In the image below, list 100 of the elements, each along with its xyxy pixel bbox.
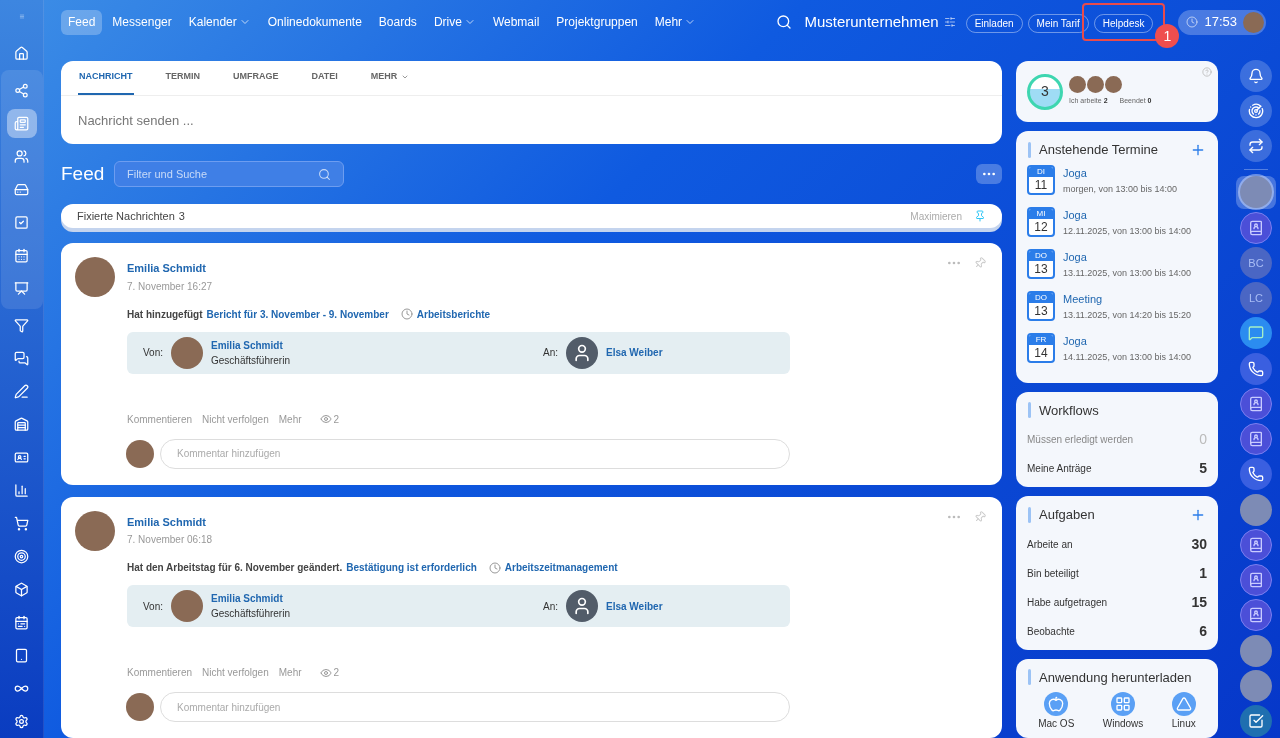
app-label[interactable]: Linux [1171,716,1196,731]
contact-book-icon[interactable] [1240,387,1272,420]
nav-tab[interactable]: Messenger [105,9,179,35]
message-field[interactable]: Nachricht senden ... [61,96,1002,144]
sender-avatar [171,590,204,622]
comment-field[interactable]: Kommentar hinzufügen [160,438,790,469]
workflow-count: 0 [1199,430,1207,449]
author-name[interactable]: Emilia Schmidt [127,260,988,277]
task-label[interactable]: Bin beteiligt [1027,565,1079,581]
radar-icon[interactable] [1240,94,1272,127]
contact-book-icon[interactable] [1240,211,1272,244]
post-action-link[interactable]: Kommentieren [127,665,193,680]
clock-badge[interactable]: 17:53 [1178,9,1266,35]
user-avatar [1243,11,1264,33]
workflow-label[interactable]: Müssen erledigt werden [1027,432,1134,447]
nav-tab[interactable]: Onlinedokumente [260,9,369,35]
avatar[interactable] [1240,634,1272,667]
search-field[interactable]: Filter und Suche [114,161,344,187]
nav-tab[interactable]: Boards [371,9,424,35]
app-label[interactable]: Windows [1102,716,1144,731]
event-time: morgen, von 13:00 bis 14:00 [1063,183,1178,196]
composer-tab[interactable]: DATEI [310,61,339,95]
nav-tab[interactable]: Webmail [485,9,547,35]
task-count: 1 [1199,563,1207,583]
initials-avatar[interactable]: LC [1240,282,1272,315]
card-title: Anwendung herunterladen [1039,668,1192,687]
sliders-icon[interactable] [943,16,956,28]
clock-icon [1186,16,1199,28]
event-title[interactable]: Joga [1063,206,1191,223]
event-time: 13.11.2025, von 14:20 bis 15:20 [1063,309,1191,322]
event-title[interactable]: Joga [1063,332,1191,349]
event-time: 14.11.2025, von 13:00 bis 14:00 [1063,351,1191,364]
category-link[interactable]: Arbeitszeitmanagement [504,560,618,575]
event-time: 13.11.2025, von 13:00 bis 14:00 [1063,267,1191,280]
contact-book-icon[interactable] [1240,528,1272,561]
post-date: 7. November 06:18 [127,533,214,547]
author-avatar [75,510,115,551]
post-action-link[interactable]: Mehr [278,665,302,680]
clock-icon [400,308,413,320]
apple-icon[interactable] [1044,692,1069,716]
calendar-date-icon: FR 14 [1027,332,1055,363]
avatar [1105,76,1122,94]
composer-tab[interactable]: MEHR [369,61,411,95]
category-link[interactable]: Arbeitsberichte [416,306,491,322]
nav-tab[interactable]: Kalender [181,9,258,35]
comment-field[interactable]: Kommentar hinzufügen [160,692,790,722]
contact-book-icon[interactable] [1240,564,1272,597]
sender-role: Geschäftsführerin [211,607,290,621]
sender-name[interactable]: Emilia Schmidt [211,591,290,606]
search-icon[interactable] [318,167,331,181]
composer-tab[interactable]: UMFRAGE [232,61,280,95]
messages-icon[interactable] [1240,317,1272,350]
company-name[interactable]: Musterunternehmen [804,10,939,34]
event-title[interactable]: Joga [1063,248,1191,265]
nav-tab[interactable]: Drive [426,9,483,35]
task-label[interactable]: Beobachte [1027,623,1075,639]
post-action-link[interactable]: Mehr [278,411,302,427]
nav-tab[interactable]: Projektgruppen [549,9,645,35]
workflow-label[interactable]: Meine Anträge [1027,461,1092,476]
avatar[interactable] [1240,669,1272,702]
newspaper-icon[interactable] [6,109,37,138]
bell-icon[interactable] [1240,59,1272,92]
calendar-date-icon: DI 11 [1027,164,1055,195]
post-link[interactable]: Bericht für 3. November - 9. November [206,306,389,322]
post-action-link[interactable]: Nicht verfolgen [202,411,269,427]
post-text: Hat hinzugefügt [127,307,203,322]
from-label: Von: [143,346,164,360]
app-label[interactable]: Mac OS [1038,716,1075,731]
pinned-label[interactable]: Fixierte Nachrichten [77,207,175,225]
composer-tab[interactable]: TERMIN [164,61,201,95]
search-icon[interactable] [776,14,793,30]
event-title[interactable]: Meeting [1063,290,1191,307]
author-name[interactable]: Emilia Schmidt [127,513,988,530]
post-link[interactable]: Bestätigung ist erforderlich [346,560,477,575]
nav-tab[interactable]: Mehr [647,9,704,35]
task-label[interactable]: Arbeite an [1027,536,1073,552]
post-action-link[interactable]: Kommentieren [127,411,193,427]
task-label[interactable]: Habe aufgetragen [1027,594,1108,610]
contact-book-icon[interactable] [1240,423,1272,456]
sender-name[interactable]: Emilia Schmidt [211,337,290,353]
search-input[interactable]: Filter und Suche [127,165,318,183]
event-title[interactable]: Joga [1063,164,1178,181]
avatar [1087,76,1104,94]
recipient-name[interactable]: Elsa Weiber [606,598,663,614]
recipient-name[interactable]: Elsa Weiber [606,345,663,360]
more-button[interactable] [976,164,1002,184]
user-icon [566,336,598,369]
caret-icon [401,73,410,81]
swap-chat-icon[interactable] [1240,130,1272,163]
pulse-counter[interactable]: 3 [1027,73,1063,110]
card-title: Anstehende Termine [1039,141,1158,159]
task-icon[interactable] [1240,705,1272,738]
clock-icon [488,561,501,574]
view-count: 2 [333,412,340,427]
phone-icon[interactable] [1240,458,1272,491]
commenter-avatar [126,439,154,468]
post-action-link[interactable]: Nicht verfolgen [202,665,269,680]
card-title: Workflows [1039,401,1099,420]
phone-icon[interactable] [1240,352,1272,385]
contact-book-icon[interactable] [1240,599,1272,632]
